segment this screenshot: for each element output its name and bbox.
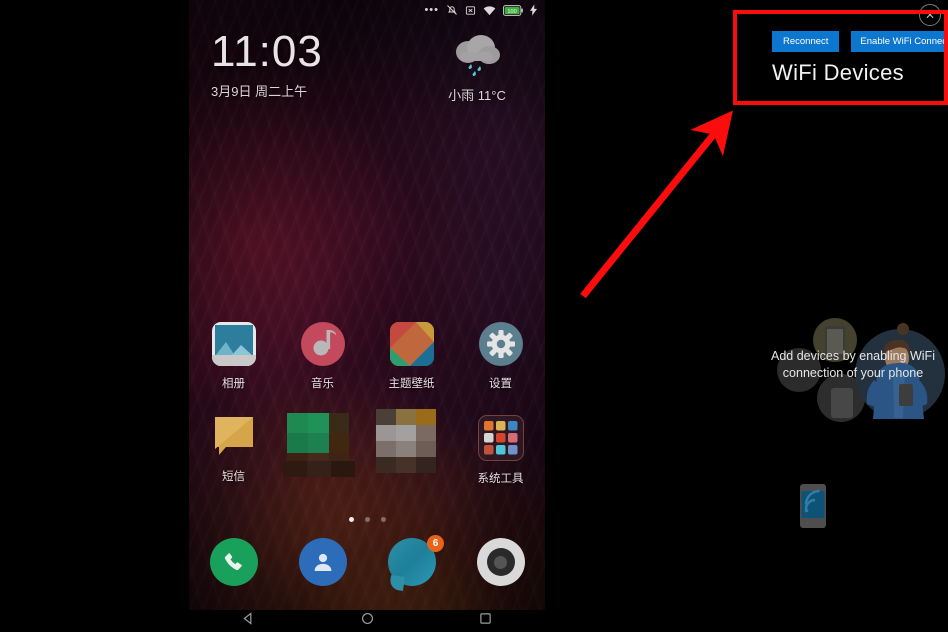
dock-item-messages[interactable]: 6 [367, 535, 456, 591]
close-icon[interactable]: ✕ [919, 4, 941, 26]
censored-app-icon [372, 409, 452, 483]
charging-bolt-icon [530, 4, 537, 16]
wifi-devices-panel: ✕ Reconnect Enable WiFi Connection WiFi … [545, 0, 948, 632]
page-dot-3[interactable] [380, 517, 386, 522]
app-label: 设置 [489, 378, 512, 390]
app-themes[interactable]: 主题壁纸 [367, 322, 456, 391]
dock-item-camera[interactable] [456, 538, 545, 586]
battery-icon: 100 [503, 4, 523, 16]
bell-off-icon [446, 4, 458, 16]
page-indicator [189, 517, 545, 522]
app-label: 短信 [222, 471, 245, 483]
app-label: 系统工具 [477, 473, 524, 485]
more-dots-icon: ••• [424, 4, 439, 16]
clock-time: 11:03 [211, 27, 323, 76]
app-row-1: 相册 音乐 主题壁纸 设置 [189, 322, 545, 391]
dock-item-phone[interactable] [189, 538, 278, 586]
enable-wifi-connection-button[interactable]: Enable WiFi Connection [851, 31, 948, 52]
app-settings[interactable]: 设置 [456, 322, 545, 391]
recents-square-icon [479, 612, 492, 630]
weather-text: 小雨 11°C [448, 88, 506, 103]
settings-gear-icon [478, 322, 523, 366]
clock-widget[interactable]: 11:03 3月9日 周二上午 [211, 30, 323, 100]
nav-recents-button[interactable] [426, 612, 545, 630]
app-music[interactable]: 音乐 [278, 322, 367, 391]
app-label: 音乐 [311, 378, 334, 390]
app-grid: 相册 音乐 主题壁纸 设置 短信 系统工具 [189, 322, 545, 492]
nav-back-button[interactable] [189, 612, 308, 630]
dock: 6 [189, 535, 545, 591]
panel-title: WiFi Devices [772, 60, 904, 85]
app-censored-2[interactable] [367, 409, 456, 492]
panel-hint-text: Add devices by enabling WiFi connection … [771, 349, 935, 380]
rain-cloud-icon [448, 35, 506, 82]
app-censored-1[interactable] [278, 413, 367, 492]
dock-item-contacts[interactable] [278, 538, 367, 586]
censored-app-icon [282, 409, 363, 483]
weather-widget[interactable]: 小雨 11°C [431, 30, 523, 104]
sms-icon [212, 415, 256, 459]
back-triangle-icon [242, 612, 255, 630]
page-dot-1[interactable] [348, 517, 354, 522]
battery-level-text: 100 [507, 8, 516, 14]
system-tools-folder-icon [477, 415, 524, 461]
screenshot-root: ••• 100 11:03 3月9日 周二上午 小雨 11°C 相册 音乐 主题… [0, 0, 948, 632]
wifi-icon [483, 4, 496, 16]
phone-handset-icon [209, 538, 258, 586]
contacts-person-icon [298, 538, 347, 586]
page-dot-2[interactable] [364, 517, 370, 522]
panel-button-row: Reconnect Enable WiFi Connection [772, 31, 948, 52]
app-sms[interactable]: 短信 [189, 415, 278, 492]
clock-date: 3月9日 周二上午 [211, 84, 308, 99]
nav-home-button[interactable] [308, 612, 427, 630]
messages-badge: 6 [427, 535, 444, 552]
gallery-icon [211, 322, 256, 366]
phone-mirror-screen[interactable]: ••• 100 11:03 3月9日 周二上午 小雨 11°C 相册 音乐 主题… [189, 0, 545, 632]
themes-icon [389, 322, 434, 366]
app-system-tools[interactable]: 系统工具 [456, 415, 545, 492]
music-icon [300, 322, 345, 366]
app-gallery[interactable]: 相册 [189, 322, 278, 391]
android-nav-bar [189, 610, 545, 632]
app-row-2: 短信 系统工具 [189, 409, 545, 492]
app-label: 相册 [222, 378, 245, 390]
reconnect-button[interactable]: Reconnect [772, 31, 840, 52]
camera-lens-icon [476, 538, 525, 586]
status-bar: ••• 100 [189, 0, 545, 20]
phone-wifi-icon [800, 484, 826, 533]
home-circle-icon [361, 612, 374, 630]
no-sim-icon [465, 4, 476, 16]
app-label: 主题壁纸 [388, 378, 435, 390]
